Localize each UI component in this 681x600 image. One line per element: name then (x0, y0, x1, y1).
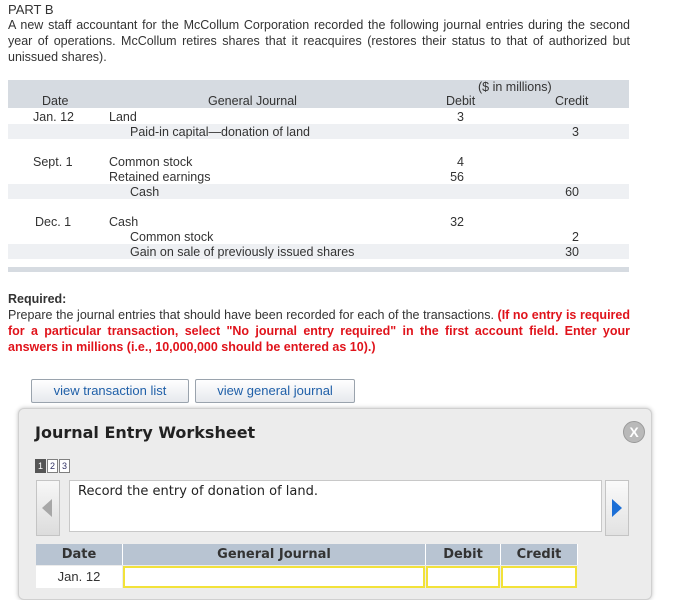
required-prompt: Prepare the journal entries that should … (8, 308, 498, 322)
row-date: Dec. 1 (35, 215, 72, 229)
ws-row-date: Jan. 12 (36, 566, 122, 588)
required-text: Prepare the journal entries that should … (8, 307, 630, 355)
step-1[interactable]: 1 (35, 459, 46, 473)
journal-entry-worksheet: Journal Entry Worksheet X 1 2 3 Record t… (18, 408, 652, 600)
row-account: Land (109, 110, 137, 124)
row-account: Retained earnings (109, 170, 211, 184)
row-account: Common stock (109, 155, 193, 169)
journal-table-header: ($ in millions) Date General Journal Deb… (8, 80, 629, 108)
row-date: Jan. 12 (33, 110, 75, 124)
row-account: Cash (109, 215, 139, 229)
row-debit: 3 (457, 110, 464, 124)
header-debit: Debit (446, 94, 476, 108)
part-title: PART B (8, 2, 54, 17)
table-bottom-bar (8, 267, 629, 272)
close-icon[interactable]: X (623, 421, 645, 443)
step-indicator: 1 2 3 (35, 459, 70, 473)
view-transaction-list-button[interactable]: view transaction list (31, 379, 189, 403)
row-account: Common stock (130, 230, 214, 244)
view-general-journal-button[interactable]: view general journal (195, 379, 355, 403)
step-2[interactable]: 2 (47, 459, 58, 473)
header-general-journal: General Journal (208, 94, 297, 108)
row-account: Gain on sale of previously issued shares (130, 245, 355, 259)
row-credit: 3 (572, 125, 579, 139)
ws-header-credit: Credit (501, 544, 578, 565)
row-credit: 30 (565, 245, 579, 259)
row-credit: 2 (572, 230, 579, 244)
next-arrow-icon[interactable] (605, 480, 629, 536)
header-credit: Credit (555, 94, 589, 108)
row-band (8, 184, 629, 199)
units-label: ($ in millions) (478, 80, 552, 94)
row-band (8, 124, 629, 139)
row-account: Cash (130, 185, 160, 199)
row-date: Sept. 1 (33, 155, 73, 169)
ws-header-general-journal: General Journal (123, 544, 426, 565)
header-date: Date (42, 94, 69, 108)
required-heading: Required: (8, 292, 67, 306)
step-3[interactable]: 3 (59, 459, 70, 473)
worksheet-title: Journal Entry Worksheet (35, 423, 256, 442)
ws-header-date: Date (36, 544, 123, 565)
credit-field[interactable] (501, 566, 577, 588)
row-debit: 56 (450, 170, 464, 184)
problem-intro: A new staff accountant for the McCollum … (8, 18, 630, 64)
debit-field[interactable] (426, 566, 500, 588)
ws-header-debit: Debit (426, 544, 501, 565)
account-field[interactable] (123, 566, 425, 588)
previous-arrow-icon[interactable] (36, 480, 60, 536)
row-account: Paid-in capital—donation of land (130, 125, 310, 139)
row-debit: 4 (457, 155, 464, 169)
worksheet-prompt: Record the entry of donation of land. (69, 480, 602, 532)
row-debit: 32 (450, 215, 464, 229)
row-credit: 60 (565, 185, 579, 199)
